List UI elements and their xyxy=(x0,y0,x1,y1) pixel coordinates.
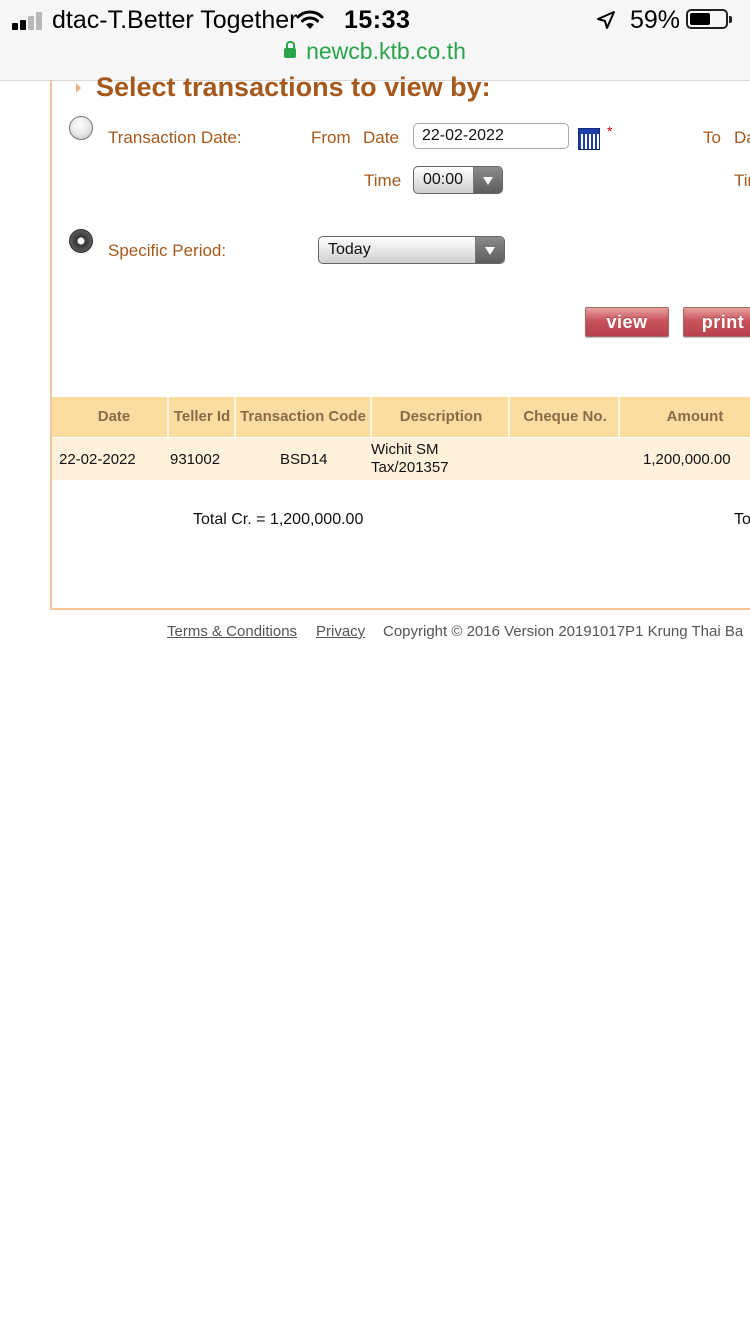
cell-amount: 1,200,000.00 xyxy=(643,451,731,468)
section-title: Select transactions to view by: xyxy=(96,72,491,102)
calendar-icon[interactable] xyxy=(578,128,600,150)
from-date-input[interactable] xyxy=(413,123,569,149)
date-label: Date xyxy=(363,128,399,147)
battery-percentage: 59% xyxy=(630,6,681,34)
col-cheque-no: Cheque No. xyxy=(523,408,607,425)
col-date: Date xyxy=(97,408,131,425)
privacy-link[interactable]: Privacy xyxy=(316,623,365,640)
clock: 15:33 xyxy=(344,6,411,34)
print-button[interactable]: print xyxy=(683,307,750,337)
cell-transaction-code: BSD14 xyxy=(280,451,328,468)
to-time-label: Time xyxy=(734,171,750,190)
cell-description-line2: Tax/201357 xyxy=(371,459,449,476)
table-row: 22-02-2022 931002 BSD14 Wichit SM Tax/20… xyxy=(52,438,750,480)
url-bar[interactable]: newcb.ktb.co.th xyxy=(0,38,750,65)
cell-description-line1: Wichit SM xyxy=(371,441,439,458)
terms-link[interactable]: Terms & Conditions xyxy=(167,623,297,640)
carrier-name: dtac-T.Better Together xyxy=(52,6,298,34)
col-amount: Amount xyxy=(666,408,724,425)
battery-icon xyxy=(686,9,732,29)
transaction-date-label: Transaction Date: xyxy=(108,128,242,147)
from-time-value: 00:00 xyxy=(423,171,464,188)
col-teller-id: Teller Id xyxy=(173,408,231,425)
radio-specific-period[interactable] xyxy=(69,229,93,253)
cell-date: 22-02-2022 xyxy=(59,451,136,468)
location-arrow-icon xyxy=(597,11,615,29)
col-transaction-code: Transaction Code xyxy=(240,408,366,425)
view-button[interactable]: view xyxy=(585,307,669,337)
specific-period-label: Specific Period: xyxy=(108,241,227,260)
chevron-down-icon xyxy=(473,167,502,193)
copyright-text: Copyright © 2016 Version 20191017P1 Krun… xyxy=(383,623,744,640)
title-arrow-icon xyxy=(76,83,81,93)
cell-teller-id: 931002 xyxy=(170,451,221,468)
content-panel xyxy=(50,80,750,610)
radio-transaction-date[interactable] xyxy=(69,116,93,140)
table-header: Date Teller Id Transaction Code Descript… xyxy=(52,397,750,437)
chevron-down-icon xyxy=(475,237,504,263)
wifi-icon xyxy=(296,10,324,29)
time-label: Time xyxy=(364,171,402,190)
status-bar: dtac-T.Better Together 15:33 59% newcb.k… xyxy=(0,0,750,81)
url-text: newcb.ktb.co.th xyxy=(306,38,466,64)
required-mark: * xyxy=(607,123,613,139)
signal-icon xyxy=(12,12,46,30)
period-select[interactable]: Today xyxy=(318,236,505,264)
total-debit-label: To xyxy=(734,511,750,528)
lock-icon xyxy=(284,41,297,58)
to-label: To xyxy=(703,128,721,147)
from-label: From xyxy=(311,128,351,147)
period-select-value: Today xyxy=(328,241,371,258)
col-description: Description xyxy=(399,408,483,425)
cell-description: Wichit SM Tax/201357 xyxy=(371,441,449,477)
to-date-label: Date xyxy=(734,128,750,147)
total-credit: Total Cr. = 1,200,000.00 xyxy=(193,511,364,528)
from-time-select[interactable]: 00:00 xyxy=(413,166,503,194)
